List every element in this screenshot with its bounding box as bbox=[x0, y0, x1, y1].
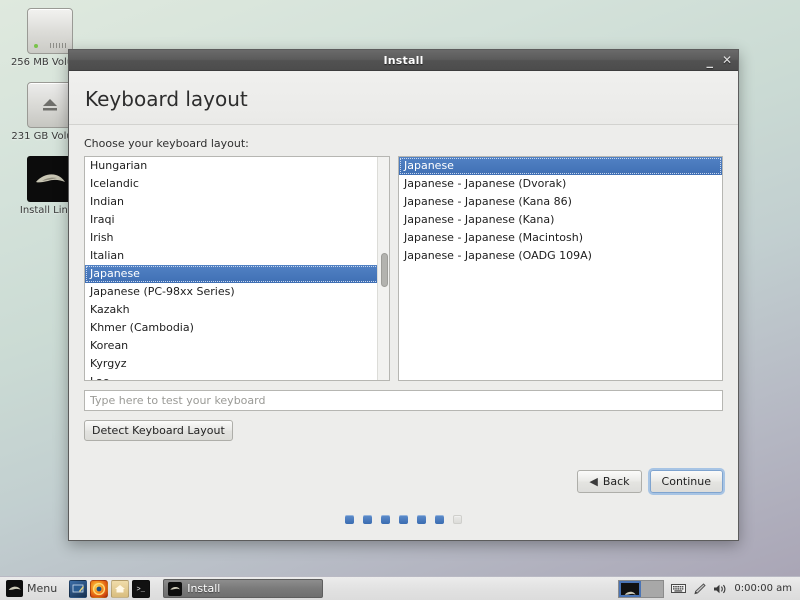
pen-icon[interactable] bbox=[693, 582, 707, 595]
system-tray: 0:00:00 am bbox=[618, 579, 796, 598]
keyboard-variant-item[interactable]: Japanese - Japanese (Kana 86) bbox=[399, 193, 722, 211]
taskbar-launchers: >_ bbox=[69, 579, 151, 598]
svg-text:>_: >_ bbox=[136, 586, 145, 594]
keyboard-layout-item[interactable]: Lao bbox=[85, 373, 389, 380]
progress-dot bbox=[399, 515, 408, 524]
keyboard-layout-item[interactable]: Kyrgyz bbox=[85, 355, 389, 373]
taskbar-task-label: Install bbox=[187, 582, 221, 595]
terminal-icon[interactable]: >_ bbox=[132, 579, 151, 598]
minimize-icon[interactable]: _ bbox=[706, 55, 713, 68]
volume-icon[interactable] bbox=[713, 583, 727, 595]
progress-dot bbox=[453, 515, 462, 524]
progress-dot bbox=[417, 515, 426, 524]
drive-icon bbox=[27, 8, 73, 54]
keyboard-layout-item[interactable]: Italian bbox=[85, 247, 389, 265]
window-content: Choose your keyboard layout: Hungarian Ic… bbox=[69, 125, 738, 540]
installer-icon bbox=[27, 156, 73, 202]
progress-dot bbox=[363, 515, 372, 524]
keyboard-layout-item[interactable]: Korean bbox=[85, 337, 389, 355]
clock: 0:00:00 am bbox=[734, 583, 792, 594]
display-settings-icon[interactable] bbox=[69, 579, 88, 598]
page-title: Keyboard layout bbox=[85, 87, 248, 111]
keyboard-variant-item[interactable]: Japanese - Japanese (OADG 109A) bbox=[399, 247, 722, 265]
menu-icon bbox=[6, 580, 23, 597]
layout-selection-area: Hungarian Icelandic Indian Iraqi Irish Italia… bbox=[84, 156, 723, 381]
continue-button-label: Continue bbox=[661, 475, 711, 488]
progress-dots bbox=[84, 493, 723, 540]
workspace-2[interactable] bbox=[641, 580, 664, 597]
window-buttons: _ ✕ bbox=[706, 54, 732, 68]
keyboard-layout-item[interactable]: Hungarian bbox=[85, 157, 389, 175]
progress-dot bbox=[345, 515, 354, 524]
taskbar-task-install[interactable]: Install bbox=[163, 579, 324, 598]
keyboard-variant-item[interactable]: Japanese - Japanese (Kana) bbox=[399, 211, 722, 229]
workspace-switcher[interactable] bbox=[618, 579, 665, 598]
keyboard-layout-list[interactable]: Hungarian Icelandic Indian Iraqi Irish Italia… bbox=[84, 156, 390, 381]
back-button[interactable]: ◀ Back bbox=[577, 470, 642, 493]
keyboard-variant-item[interactable]: Japanese bbox=[399, 157, 722, 175]
keyboard-variant-item[interactable]: Japanese - Japanese (Dvorak) bbox=[399, 175, 722, 193]
window-title: Install bbox=[383, 53, 424, 67]
start-menu-button[interactable]: Menu bbox=[4, 579, 62, 598]
window-titlebar[interactable]: Install _ ✕ bbox=[69, 50, 738, 71]
window-body: Keyboard layout Choose your keyboard lay… bbox=[69, 71, 738, 540]
back-arrow-icon: ◀ bbox=[589, 474, 598, 488]
home-folder-icon[interactable] bbox=[111, 579, 130, 598]
keyboard-variant-item[interactable]: Japanese - Japanese (Macintosh) bbox=[399, 229, 722, 247]
keyboard-layout-item[interactable]: Kazakh bbox=[85, 301, 389, 319]
layout-list-scrollbar[interactable] bbox=[377, 157, 389, 380]
close-icon[interactable]: ✕ bbox=[722, 54, 732, 66]
workspace-1[interactable] bbox=[619, 580, 642, 597]
keyboard-layout-item[interactable]: Japanese (PC-98xx Series) bbox=[85, 283, 389, 301]
firefox-icon[interactable] bbox=[90, 579, 109, 598]
page-header: Keyboard layout bbox=[69, 71, 738, 125]
scrollbar-thumb[interactable] bbox=[381, 253, 388, 287]
keyboard-layout-item[interactable]: Icelandic bbox=[85, 175, 389, 193]
keyboard-variant-list[interactable]: Japanese Japanese - Japanese (Dvorak) Japa… bbox=[398, 156, 723, 381]
keyboard-layout-item[interactable]: Khmer (Cambodia) bbox=[85, 319, 389, 337]
taskbar: Menu >_ Install 0:00:00 am bbox=[0, 576, 800, 600]
prompt-label: Choose your keyboard layout: bbox=[84, 137, 249, 150]
keyboard-layout-item[interactable]: Irish bbox=[85, 229, 389, 247]
keyboard-test-input[interactable] bbox=[84, 390, 723, 411]
keyboard-layout-item[interactable]: Iraqi bbox=[85, 211, 389, 229]
keyboard-icon[interactable] bbox=[671, 583, 687, 594]
progress-dot bbox=[381, 515, 390, 524]
install-window: Install _ ✕ Keyboard layout Choose your … bbox=[68, 49, 739, 541]
start-menu-label: Menu bbox=[27, 582, 58, 595]
back-button-label: Back bbox=[602, 475, 630, 488]
installer-icon bbox=[168, 581, 183, 596]
keyboard-layout-item[interactable]: Japanese bbox=[85, 265, 389, 283]
keyboard-layout-item[interactable]: Indian bbox=[85, 193, 389, 211]
detect-keyboard-layout-button[interactable]: Detect Keyboard Layout bbox=[84, 420, 233, 441]
navigation-buttons: ◀ Back Continue bbox=[84, 470, 723, 493]
progress-dot bbox=[435, 515, 444, 524]
continue-button[interactable]: Continue bbox=[649, 470, 723, 493]
eject-drive-icon bbox=[27, 82, 73, 128]
